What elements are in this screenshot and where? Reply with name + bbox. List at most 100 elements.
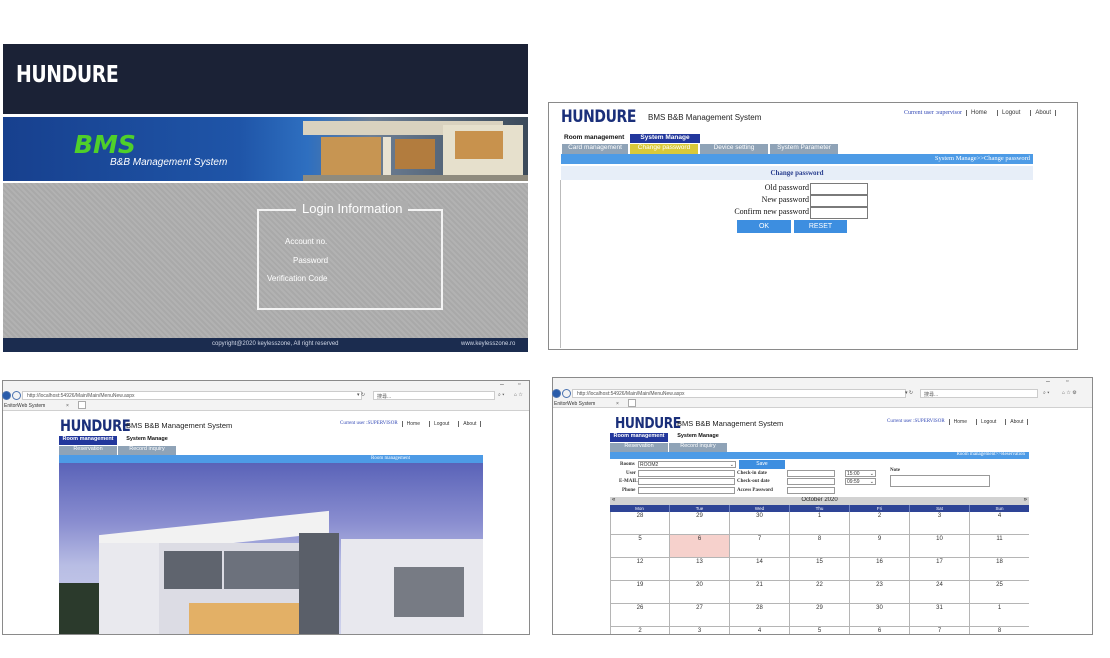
next-month-icon[interactable]: »	[1024, 497, 1027, 503]
about-link[interactable]: About	[1030, 110, 1057, 116]
calendar-day-cell[interactable]: 28	[610, 512, 670, 535]
calendar-day-cell[interactable]: 27	[670, 604, 730, 627]
home-star-icons[interactable]: ⌂ ☆	[514, 392, 523, 398]
calendar-day-cell[interactable]: 22	[790, 581, 850, 604]
save-button[interactable]: Save	[739, 460, 785, 469]
calendar-day-cell[interactable]: 4	[730, 627, 790, 634]
tab-reservation[interactable]: Reservation	[59, 446, 117, 455]
calendar-day-cell[interactable]: 6	[850, 627, 910, 634]
calendar-day-cell[interactable]: 2	[610, 627, 670, 634]
calendar-day-cell[interactable]: 7	[910, 627, 970, 634]
calendar-day-cell[interactable]: 16	[850, 558, 910, 581]
search-icon[interactable]: ⌕ ▾	[1043, 390, 1049, 396]
calendar-day-cell[interactable]: 25	[970, 581, 1029, 604]
menu-system-manage[interactable]: System Manage	[117, 436, 177, 445]
new-tab-icon[interactable]	[628, 399, 636, 407]
menu-room-management[interactable]: Room management	[610, 433, 668, 442]
calendar-day-cell[interactable]: 4	[970, 512, 1029, 535]
email-input[interactable]	[638, 478, 735, 485]
ok-button[interactable]: OK	[737, 220, 791, 233]
close-tab-icon[interactable]: ×	[66, 403, 69, 409]
calendar-day-cell[interactable]: 15	[790, 558, 850, 581]
tab-card-management[interactable]: Card management	[562, 144, 628, 154]
home-star-icons[interactable]: ⌂ ☆ ⚙	[1062, 390, 1077, 396]
calendar-day-cell[interactable]: 31	[910, 604, 970, 627]
calendar-day-cell[interactable]: 30	[850, 604, 910, 627]
back-icon[interactable]	[552, 389, 561, 398]
calendar-day-cell[interactable]: 3	[670, 627, 730, 634]
calendar-day-cell[interactable]: 11	[970, 535, 1029, 558]
tab-system-parameter[interactable]: System Parameter	[770, 144, 838, 154]
calendar-day-cell[interactable]: 29	[790, 604, 850, 627]
calendar-day-cell[interactable]: 8	[970, 627, 1029, 634]
calendar-day-cell[interactable]: 6	[670, 535, 730, 558]
menu-system-manage[interactable]: System Manage	[668, 433, 728, 442]
calendar-day-cell[interactable]: 29	[670, 512, 730, 535]
user-input[interactable]	[638, 470, 735, 477]
calendar-day-cell[interactable]: 20	[670, 581, 730, 604]
checkout-date-input[interactable]	[787, 478, 835, 485]
minimize-icon[interactable]: –	[500, 381, 504, 388]
calendar-day-cell[interactable]: 5	[610, 535, 670, 558]
phone-input[interactable]	[638, 487, 735, 494]
new-password-input[interactable]	[810, 195, 868, 207]
calendar-day-cell[interactable]: 5	[790, 627, 850, 634]
maximize-icon[interactable]: ▫	[1066, 378, 1068, 385]
calendar-day-cell[interactable]: 8	[790, 535, 850, 558]
calendar-day-cell[interactable]: 2	[850, 512, 910, 535]
logout-link[interactable]: Logout	[976, 419, 1000, 425]
calendar-day-cell[interactable]: 26	[610, 604, 670, 627]
calendar-day-cell[interactable]: 9	[850, 535, 910, 558]
calendar-day-cell[interactable]: 17	[910, 558, 970, 581]
confirm-password-input[interactable]	[810, 207, 868, 219]
calendar-day-cell[interactable]: 24	[910, 581, 970, 604]
access-password-input[interactable]	[787, 487, 835, 494]
calendar-day-cell[interactable]: 14	[730, 558, 790, 581]
forward-icon[interactable]	[12, 391, 21, 400]
logout-link[interactable]: Logout	[997, 110, 1024, 116]
calendar-day-cell[interactable]: 18	[970, 558, 1029, 581]
old-password-input[interactable]	[810, 183, 868, 195]
calendar-day-cell[interactable]: 12	[610, 558, 670, 581]
minimize-icon[interactable]: –	[1046, 378, 1050, 385]
search-input[interactable]: 搜尋...	[373, 391, 495, 400]
menu-room-management[interactable]: Room management	[562, 134, 630, 143]
calendar-day-cell[interactable]: 19	[610, 581, 670, 604]
calendar-day-cell[interactable]: 7	[730, 535, 790, 558]
back-icon[interactable]	[2, 391, 11, 400]
reset-button[interactable]: RESET	[794, 220, 847, 233]
room-select[interactable]: ROOM2 ⌄	[638, 461, 736, 468]
tab-record-inquiry[interactable]: Record inquiry	[669, 443, 727, 452]
calendar-day-cell[interactable]: 23	[850, 581, 910, 604]
site-link[interactable]: www.keylesszone.ro	[461, 341, 515, 347]
calendar-day-cell[interactable]: 3	[910, 512, 970, 535]
menu-system-manage[interactable]: System Manage	[630, 134, 700, 143]
checkin-time-select[interactable]: 15:00 ⌄	[845, 470, 876, 477]
checkin-date-input[interactable]	[787, 470, 835, 477]
tab-device-setting[interactable]: Device setting	[700, 144, 768, 154]
home-link[interactable]: Home	[401, 421, 424, 427]
refresh-icon[interactable]: ▾ ↻	[357, 392, 365, 398]
tab-change-password[interactable]: Change password	[630, 144, 698, 154]
new-tab-icon[interactable]	[78, 401, 86, 409]
tab-reservation[interactable]: Reservation	[610, 443, 668, 452]
about-link[interactable]: About	[1005, 419, 1029, 425]
menu-room-management[interactable]: Room management	[59, 436, 117, 445]
address-bar[interactable]: http://localhost:54926/Main/Main/MenuNew…	[572, 389, 906, 398]
close-tab-icon[interactable]: ×	[616, 401, 619, 407]
calendar-day-cell[interactable]: 28	[730, 604, 790, 627]
note-textarea[interactable]	[890, 475, 990, 487]
about-link[interactable]: About	[458, 421, 482, 427]
calendar-day-cell[interactable]: 21	[730, 581, 790, 604]
checkout-time-select[interactable]: 09:59 ⌄	[845, 478, 876, 485]
tab-record-inquiry[interactable]: Record inquiry	[118, 446, 176, 455]
forward-icon[interactable]	[562, 389, 571, 398]
address-bar[interactable]: http://localhost:54926/Main/Main/MenuNew…	[22, 391, 362, 400]
calendar-day-cell[interactable]: 13	[670, 558, 730, 581]
calendar-day-cell[interactable]: 10	[910, 535, 970, 558]
calendar-day-cell[interactable]: 1	[970, 604, 1029, 627]
search-input[interactable]: 搜尋...	[920, 389, 1038, 398]
home-link[interactable]: Home	[948, 419, 971, 425]
logout-link[interactable]: Logout	[429, 421, 453, 427]
browser-tab[interactable]: EnitorWeb System	[554, 401, 595, 407]
